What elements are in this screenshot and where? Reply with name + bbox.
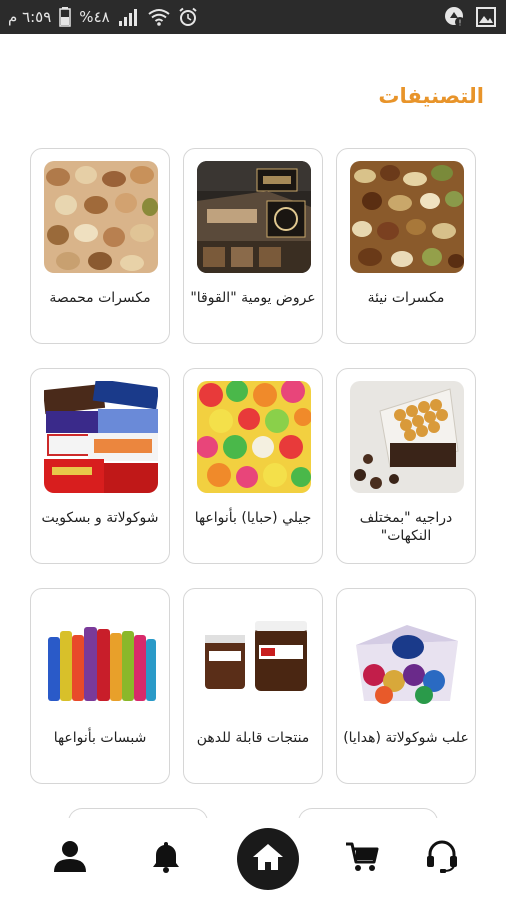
category-label: علب شوكولاتة (هدايا)	[343, 730, 469, 746]
category-card-daily-offers[interactable]: عروض يومية "القوقا"	[183, 148, 323, 344]
category-label: مكسرات محمصة	[49, 290, 151, 306]
bell-icon	[148, 838, 184, 878]
status-bar: ٦:٥٩ م %٤٨ !	[0, 0, 506, 34]
roasted-nuts-image	[44, 161, 158, 273]
wifi-icon	[148, 8, 170, 26]
category-card-gift-box[interactable]: علب شوكولاتة (هدايا)	[336, 588, 476, 784]
category-card-chips[interactable]: شبسات بأنواعها	[30, 588, 170, 784]
battery-percent: %٤٨	[79, 8, 110, 26]
signal-icon	[118, 7, 140, 27]
cart-button[interactable]	[340, 836, 384, 880]
bottom-nav	[0, 818, 506, 900]
store-front-image	[197, 161, 311, 273]
category-card-raw-nuts[interactable]: مكسرات نيئة	[336, 148, 476, 344]
page-title: التصنيفات	[378, 84, 484, 108]
home-button[interactable]	[237, 828, 299, 890]
jelly-candy-image	[197, 381, 311, 493]
category-label: منتجات قابلة للدهن	[196, 730, 310, 746]
chips-cans-image	[44, 601, 158, 713]
profile-button[interactable]	[48, 836, 92, 880]
notifications-button[interactable]	[144, 836, 188, 880]
cart-icon	[344, 838, 380, 878]
chocolate-bars-image	[44, 381, 158, 493]
alarm-icon	[178, 7, 198, 27]
category-card-jelly[interactable]: جيلي (حبايا) بأنواعها	[183, 368, 323, 564]
spreads-image	[197, 601, 311, 713]
category-label: دراجيه "بمختلف النكهات"	[359, 510, 453, 544]
category-card-dragee[interactable]: دراجيه "بمختلف النكهات"	[336, 368, 476, 564]
category-card-roasted-nuts[interactable]: مكسرات محمصة	[30, 148, 170, 344]
gift-box-image	[350, 601, 464, 713]
status-right: !	[444, 0, 496, 34]
clock: ٦:٥٩ م	[8, 8, 52, 26]
status-left: ٦:٥٩ م %٤٨	[8, 0, 198, 34]
category-label: شوكولاتة و بسكويت	[41, 510, 159, 526]
category-label: شبسات بأنواعها	[53, 730, 147, 746]
cleaner-notification-icon: !	[444, 6, 466, 28]
battery-icon	[59, 7, 72, 27]
person-icon	[52, 838, 88, 878]
raw-nuts-image	[350, 161, 464, 273]
svg-text:!: !	[458, 19, 461, 28]
support-button[interactable]	[420, 836, 464, 880]
category-label: جيلي (حبايا) بأنواعها	[194, 510, 312, 526]
category-label: مكسرات نيئة	[367, 290, 445, 306]
category-label: عروض يومية "القوقا"	[190, 290, 316, 306]
home-icon	[250, 839, 286, 879]
headset-icon	[424, 838, 460, 878]
dragee-image	[350, 381, 464, 493]
category-card-spreads[interactable]: منتجات قابلة للدهن	[183, 588, 323, 784]
category-card-chocolate[interactable]: شوكولاتة و بسكويت	[30, 368, 170, 564]
gallery-notification-icon	[476, 7, 496, 27]
